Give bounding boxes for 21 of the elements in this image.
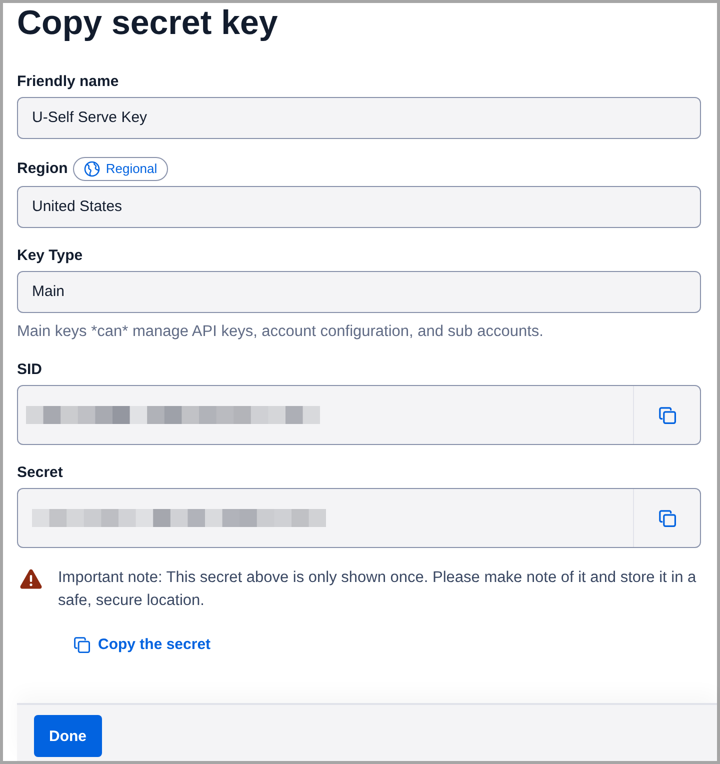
copy-icon	[658, 508, 676, 528]
copy-icon	[73, 636, 91, 654]
copy-secret-link[interactable]: Copy the secret	[73, 634, 211, 656]
copy-icon	[658, 406, 676, 424]
text-field[interactable]: United States	[17, 186, 701, 228]
dialog-title: Copy secret key	[17, 3, 279, 43]
text-field[interactable]: Main	[17, 271, 701, 313]
field-label: SID	[17, 360, 42, 380]
text-field[interactable]: U-Self Serve Key	[17, 97, 701, 139]
field-label: Secret	[17, 463, 63, 483]
warning-icon	[20, 569, 42, 589]
field-label: Region	[17, 159, 68, 179]
warning-text: Important note: This secret above is only shown once. Please make note of it and store it in a safe, secure location.	[58, 568, 698, 611]
done-button[interactable]: Done	[34, 715, 102, 757]
masked-field[interactable]	[17, 488, 701, 548]
field-label: Friendly name	[17, 72, 119, 92]
badge-text: Regional	[106, 161, 158, 177]
help-text: Main keys *can* manage API keys, account configuration, and sub accounts.	[17, 322, 544, 342]
globe-icon	[84, 161, 100, 177]
masked-field[interactable]	[17, 385, 701, 445]
field-label: Key Type	[17, 246, 83, 266]
